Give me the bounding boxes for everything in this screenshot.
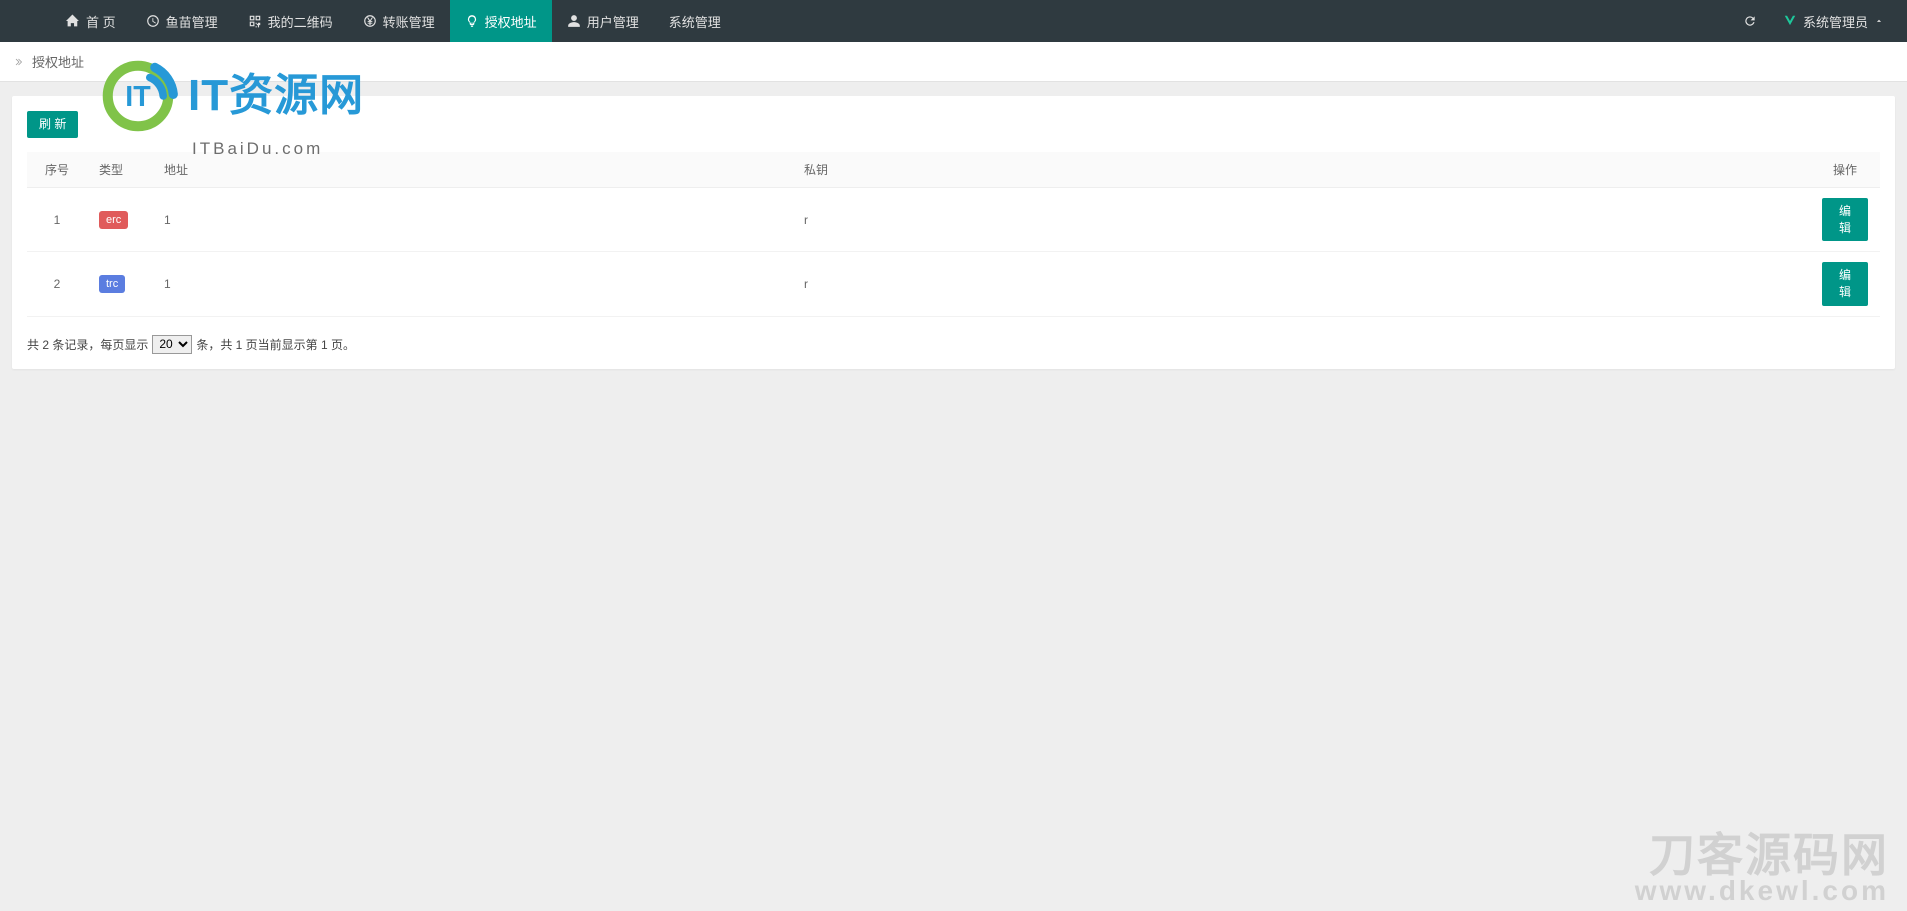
qrcode-icon <box>248 14 262 28</box>
clock-icon <box>146 14 160 28</box>
nav-auth-address[interactable]: 授权地址 <box>450 0 552 42</box>
col-address: 地址 <box>152 152 792 188</box>
watermark-bottom-line2: www.dkewl.com <box>1635 875 1889 907</box>
nav-qrcode[interactable]: 我的二维码 <box>233 0 348 42</box>
nav-label: 转账管理 <box>383 12 435 31</box>
table-row: 1 erc 1 r 编辑 <box>27 187 1880 252</box>
nav-home[interactable]: 首 页 <box>51 0 131 42</box>
col-type: 类型 <box>87 152 152 188</box>
pagination-prefix: 共 2 条记录，每页显示 <box>27 336 148 353</box>
edit-button[interactable]: 编辑 <box>1822 262 1868 306</box>
type-badge: trc <box>99 275 125 293</box>
cell-seq: 2 <box>27 252 87 317</box>
refresh-icon <box>1743 14 1757 28</box>
refresh-data-button[interactable]: 刷 新 <box>27 111 78 138</box>
col-seq: 序号 <box>27 152 87 188</box>
nav-system-mgmt[interactable]: 系统管理 <box>654 0 736 42</box>
nav-label: 我的二维码 <box>268 12 333 31</box>
cell-seq: 1 <box>27 187 87 252</box>
cell-type: erc <box>87 187 152 252</box>
col-key: 私钥 <box>792 152 1810 188</box>
table-row: 2 trc 1 r 编辑 <box>27 252 1880 317</box>
user-label: 系统管理员 <box>1803 12 1868 31</box>
page-size-select[interactable]: 20 <box>152 335 192 354</box>
breadcrumb-current: 授权地址 <box>32 52 84 71</box>
pagination: 共 2 条记录，每页显示 20 条，共 1 页当前显示第 1 页。 <box>27 335 1880 354</box>
type-badge: erc <box>99 211 128 229</box>
bulb-icon <box>465 14 479 28</box>
cell-op: 编辑 <box>1810 187 1880 252</box>
watermark-bottom: 刀客源码网 www.dkewl.com <box>1635 832 1889 907</box>
refresh-button[interactable] <box>1730 0 1770 42</box>
nav-label: 用户管理 <box>587 12 639 31</box>
col-op: 操作 <box>1810 152 1880 188</box>
cell-key: r <box>792 252 1810 317</box>
watermark-bottom-line1: 刀客源码网 <box>1635 832 1889 878</box>
cell-address: 1 <box>152 187 792 252</box>
cell-type: trc <box>87 252 152 317</box>
home-icon <box>66 14 80 28</box>
yen-icon <box>363 14 377 28</box>
nav-user-mgmt[interactable]: 用户管理 <box>552 0 654 42</box>
breadcrumb-icon <box>14 56 26 68</box>
content-panel: 刷 新 序号 类型 地址 私钥 操作 1 erc 1 r 编辑 <box>12 96 1895 369</box>
nav-label: 授权地址 <box>485 12 537 31</box>
nav-right: 系统管理员 <box>1730 0 1907 42</box>
nav-fish[interactable]: 鱼苗管理 <box>131 0 233 42</box>
cell-op: 编辑 <box>1810 252 1880 317</box>
v-icon <box>1783 14 1797 28</box>
nav-label: 系统管理 <box>669 12 721 31</box>
data-table: 序号 类型 地址 私钥 操作 1 erc 1 r 编辑 2 <box>27 152 1880 317</box>
nav-label: 首 页 <box>86 12 116 31</box>
user-menu[interactable]: 系统管理员 <box>1770 0 1897 42</box>
breadcrumb: 授权地址 <box>0 42 1907 82</box>
table-header-row: 序号 类型 地址 私钥 操作 <box>27 152 1880 188</box>
user-icon <box>567 14 581 28</box>
cell-address: 1 <box>152 252 792 317</box>
top-nav: 首 页 鱼苗管理 我的二维码 转账管理 授权地址 用户管理 系统管理 系统管理员 <box>0 0 1907 42</box>
chevron-up-icon <box>1874 16 1884 26</box>
nav-transfer[interactable]: 转账管理 <box>348 0 450 42</box>
nav-label: 鱼苗管理 <box>166 12 218 31</box>
edit-button[interactable]: 编辑 <box>1822 198 1868 242</box>
cell-key: r <box>792 187 1810 252</box>
pagination-suffix: 条，共 1 页当前显示第 1 页。 <box>196 336 355 353</box>
